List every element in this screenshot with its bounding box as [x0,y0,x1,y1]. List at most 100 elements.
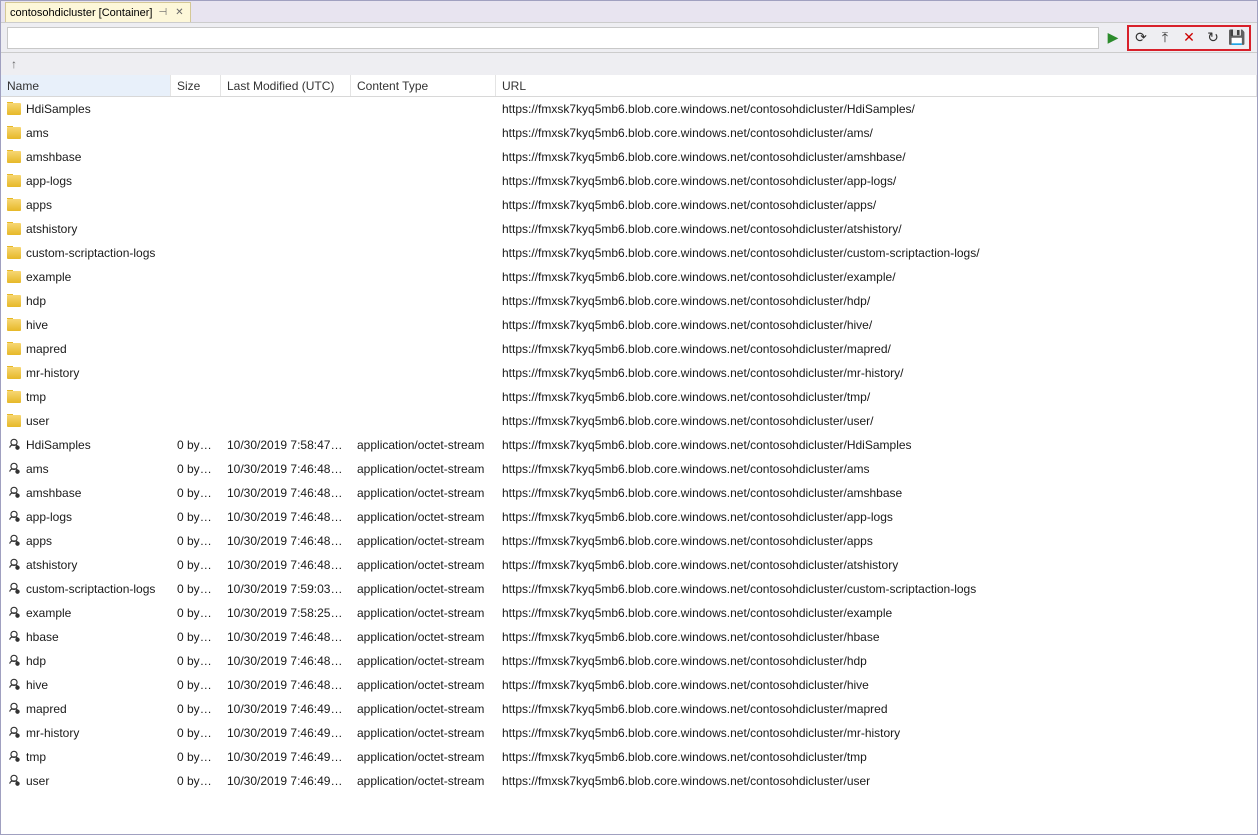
cell-url: https://fmxsk7kyq5mb6.blob.core.windows.… [496,438,1257,452]
blob-icon [7,606,21,620]
cell-size: 0 bytes [171,678,221,692]
cell-modified: 10/30/2019 7:59:03 PM [221,582,351,596]
folder-icon [7,151,21,163]
folder-icon [7,391,21,403]
cell-content-type: application/octet-stream [351,702,496,716]
run-icon[interactable]: ▶ [1103,28,1123,48]
cell-name: user [1,414,171,428]
cell-size: 0 bytes [171,750,221,764]
cell-url: https://fmxsk7kyq5mb6.blob.core.windows.… [496,246,1257,260]
cell-modified: 10/30/2019 7:58:25 PM [221,606,351,620]
cell-url: https://fmxsk7kyq5mb6.blob.core.windows.… [496,270,1257,284]
table-row[interactable]: ams0 bytes10/30/2019 7:46:48 PMapplicati… [1,457,1257,481]
row-name-text: ams [26,462,49,476]
cell-content-type: application/octet-stream [351,510,496,524]
table-row[interactable]: appshttps://fmxsk7kyq5mb6.blob.core.wind… [1,193,1257,217]
pin-icon[interactable]: ⊣ [156,7,169,18]
cell-url: https://fmxsk7kyq5mb6.blob.core.windows.… [496,174,1257,188]
table-row[interactable]: amshbase0 bytes10/30/2019 7:46:48 PMappl… [1,481,1257,505]
cell-name: mr-history [1,726,171,740]
table-row[interactable]: tmphttps://fmxsk7kyq5mb6.blob.core.windo… [1,385,1257,409]
table-row[interactable]: atshistory0 bytes10/30/2019 7:46:48 PMap… [1,553,1257,577]
cell-size: 0 bytes [171,702,221,716]
table-row[interactable]: userhttps://fmxsk7kyq5mb6.blob.core.wind… [1,409,1257,433]
table-row[interactable]: hdphttps://fmxsk7kyq5mb6.blob.core.windo… [1,289,1257,313]
row-name-text: atshistory [26,222,77,236]
blob-icon [7,750,21,764]
table-row[interactable]: hdp0 bytes10/30/2019 7:46:48 PMapplicati… [1,649,1257,673]
table-row[interactable]: app-logs0 bytes10/30/2019 7:46:48 PMappl… [1,505,1257,529]
table-row[interactable]: mapred https://fmxsk7kyq5mb6.blob.core.wi… [1,337,1257,361]
tab-container[interactable]: contosohdicluster [Container] ⊣ ✕ [5,2,191,22]
folder-icon [7,247,21,259]
cell-size: 0 bytes [171,462,221,476]
table-row[interactable]: mr-historyhttps://fmxsk7kyq5mb6.blob.cor… [1,361,1257,385]
refresh-icon[interactable]: ⟳ [1131,28,1151,48]
table-row[interactable]: hbase0 bytes10/30/2019 7:46:48 PMapplica… [1,625,1257,649]
cell-url: https://fmxsk7kyq5mb6.blob.core.windows.… [496,678,1257,692]
row-name-text: example [26,606,71,620]
column-size[interactable]: Size [171,75,221,96]
row-name-text: HdiSamples [26,438,91,452]
table-row[interactable]: HdiSampleshttps://fmxsk7kyq5mb6.blob.cor… [1,97,1257,121]
cell-modified: 10/30/2019 7:46:49 PM [221,774,351,788]
table-row[interactable]: mr-history0 bytes10/30/2019 7:46:49 PMap… [1,721,1257,745]
path-input[interactable] [7,27,1099,49]
folder-icon [7,127,21,139]
cell-name: HdiSamples [1,438,171,452]
cell-size: 0 bytes [171,438,221,452]
row-name-text: mr-history [26,366,79,380]
cell-name: tmp [1,750,171,764]
cell-modified: 10/30/2019 7:46:49 PM [221,726,351,740]
cell-modified: 10/30/2019 7:46:48 PM [221,462,351,476]
row-name-text: user [26,414,49,428]
blob-icon [7,438,21,452]
table-row[interactable]: atshistoryhttps://fmxsk7kyq5mb6.blob.cor… [1,217,1257,241]
table-row[interactable]: user0 bytes10/30/2019 7:46:49 PMapplicat… [1,769,1257,793]
table-row[interactable]: HdiSamples0 bytes10/30/2019 7:58:47 PMap… [1,433,1257,457]
table-row[interactable]: amshttps://fmxsk7kyq5mb6.blob.core.windo… [1,121,1257,145]
toolbar-highlight-group: ⟳ ⤒ ✕ ↻ 💾 [1127,25,1251,51]
table-row[interactable]: app-logs https://fmxsk7kyq5mb6.blob.core.… [1,169,1257,193]
cell-modified: 10/30/2019 7:46:48 PM [221,486,351,500]
table-row[interactable]: mapred0 bytes10/30/2019 7:46:49 PMapplic… [1,697,1257,721]
cell-url: https://fmxsk7kyq5mb6.blob.core.windows.… [496,774,1257,788]
close-icon[interactable]: ✕ [173,7,185,18]
up-arrow-icon[interactable]: ↑ [11,57,17,71]
cell-url: https://fmxsk7kyq5mb6.blob.core.windows.… [496,342,1257,356]
cell-url: https://fmxsk7kyq5mb6.blob.core.windows.… [496,534,1257,548]
row-name-text: user [26,774,49,788]
cell-modified: 10/30/2019 7:46:48 PM [221,534,351,548]
cell-content-type: application/octet-stream [351,582,496,596]
cell-size: 0 bytes [171,510,221,524]
upload-icon[interactable]: ⤒ [1155,28,1175,48]
open-icon[interactable]: ↻ [1203,28,1223,48]
cell-name: ams [1,462,171,476]
blob-icon [7,510,21,524]
table-row[interactable]: hivehttps://fmxsk7kyq5mb6.blob.core.wind… [1,313,1257,337]
table-row[interactable]: apps0 bytes10/30/2019 7:46:48 PMapplicat… [1,529,1257,553]
cell-name: app-logs [1,174,171,188]
column-modified[interactable]: Last Modified (UTC) [221,75,351,96]
row-name-text: apps [26,534,52,548]
delete-icon[interactable]: ✕ [1179,28,1199,48]
table-row[interactable]: examplehttps://fmxsk7kyq5mb6.blob.core.w… [1,265,1257,289]
save-icon[interactable]: 💾 [1227,28,1247,48]
cell-url: https://fmxsk7kyq5mb6.blob.core.windows.… [496,726,1257,740]
row-name-text: custom-scriptaction-logs [26,582,155,596]
table-row[interactable]: hive0 bytes10/30/2019 7:46:48 PMapplicat… [1,673,1257,697]
table-row[interactable]: tmp0 bytes10/30/2019 7:46:49 PMapplicati… [1,745,1257,769]
table-row[interactable]: custom-scriptaction-logs0 bytes10/30/201… [1,577,1257,601]
table-row[interactable]: example0 bytes10/30/2019 7:58:25 PMappli… [1,601,1257,625]
row-name-text: mapred [26,342,67,356]
table-row[interactable]: custom-scriptaction-logshttps://fmxsk7ky… [1,241,1257,265]
column-url[interactable]: URL [496,75,1257,96]
column-name[interactable]: Name [1,75,171,96]
blob-icon [7,486,21,500]
cell-content-type: application/octet-stream [351,678,496,692]
cell-name: amshbase [1,150,171,164]
column-content-type[interactable]: Content Type [351,75,496,96]
folder-icon [7,415,21,427]
cell-size: 0 bytes [171,774,221,788]
table-row[interactable]: amshbasehttps://fmxsk7kyq5mb6.blob.core.… [1,145,1257,169]
